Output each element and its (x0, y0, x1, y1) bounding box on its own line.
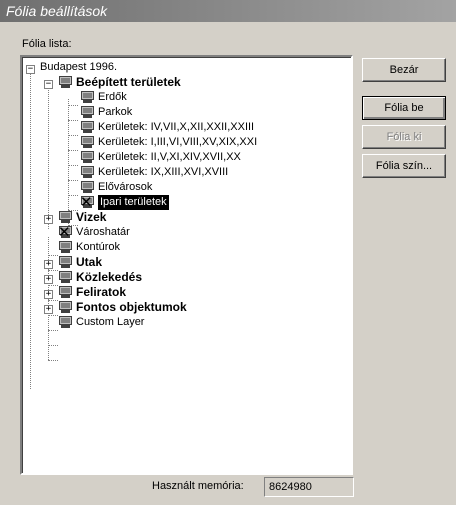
tree-line (68, 99, 69, 224)
tree-line (48, 84, 49, 229)
expand-toggle[interactable]: + (44, 215, 53, 224)
expand-toggle[interactable]: + (44, 275, 53, 284)
tree-node-kozlekedes[interactable]: Közlekedés (58, 270, 142, 285)
tree-node-varoshatar[interactable]: ✕ Városhatár (58, 225, 130, 240)
tree-line (68, 150, 78, 151)
tree-line (48, 330, 58, 331)
tree-node-label: Custom Layer (76, 316, 145, 328)
tree-node-label: Kerületek: I,III,VI,VIII,XV,XIX,XXI (98, 136, 258, 148)
tree-line (48, 300, 58, 301)
layer-hidden-icon[interactable]: ✕ (80, 195, 95, 210)
tree-node-ipari[interactable]: ✕ Ipari területek (80, 195, 169, 210)
tree-node-erdok[interactable]: Erdők (80, 90, 127, 105)
tree-node-ker3[interactable]: Kerületek: II,V,XI,XIV,XVII,XX (80, 150, 241, 165)
layer-visible-icon[interactable] (58, 271, 73, 284)
layer-visible-icon[interactable] (80, 166, 95, 179)
tree-node-ker1[interactable]: Kerületek: IV,VII,X,XII,XXII,XXIII (80, 120, 254, 135)
layer-visible-icon[interactable] (58, 241, 73, 254)
tree-node-label: Feliratok (76, 285, 127, 299)
layer-off-button[interactable]: Fólia ki (362, 125, 446, 149)
tree-line (48, 315, 58, 316)
tree-line (48, 285, 58, 286)
tree-line (68, 180, 78, 181)
layer-visible-icon[interactable] (80, 121, 95, 134)
tree-line (30, 69, 31, 389)
tree-node-custom[interactable]: Custom Layer (58, 315, 144, 330)
layer-color-button[interactable]: Fólia szín... (362, 154, 446, 178)
layer-hidden-icon[interactable]: ✕ (58, 225, 73, 240)
window-title-bar: Fólia beállítások (0, 0, 456, 22)
layer-visible-icon[interactable] (58, 301, 73, 314)
layer-visible-icon[interactable] (80, 106, 95, 119)
tree-node-konturok[interactable]: Kontúrok (58, 240, 120, 255)
tree-node-label: Fontos objektumok (76, 300, 187, 314)
layer-visible-icon[interactable] (58, 286, 73, 299)
tree-node-label: Elővárosok (98, 181, 153, 193)
layer-visible-icon[interactable] (58, 256, 73, 269)
tree-node-feliratok[interactable]: Feliratok (58, 285, 126, 300)
tree-node-label: Kerületek: IX,XIII,XVI,XVIII (98, 166, 229, 178)
tree-line (48, 270, 58, 271)
expand-toggle[interactable]: + (44, 260, 53, 269)
tree-node-label: Városhatár (76, 226, 130, 238)
tree-node-label: Budapest 1996. (40, 61, 118, 73)
expand-toggle[interactable]: + (44, 290, 53, 299)
tree-line (68, 165, 78, 166)
tree-label: Fólia lista: (22, 38, 72, 50)
collapse-toggle[interactable]: − (26, 65, 35, 74)
tree-node-parkok[interactable]: Parkok (80, 105, 132, 120)
tree-node-label: Kerületek: II,V,XI,XIV,XVII,XX (98, 151, 241, 163)
tree-node-utak[interactable]: Utak (58, 255, 102, 270)
tree-node-ker2[interactable]: Kerületek: I,III,VI,VIII,XV,XIX,XXI (80, 135, 257, 150)
tree-line (68, 195, 78, 196)
tree-line (68, 105, 78, 106)
tree-node-label: Erdők (98, 91, 127, 103)
tree-node-fontos[interactable]: Fontos objektumok (58, 300, 187, 315)
tree-node-ker4[interactable]: Kerületek: IX,XIII,XVI,XVIII (80, 165, 228, 180)
tree-node-label: Parkok (98, 106, 133, 118)
tree-line (48, 345, 58, 346)
layer-visible-icon[interactable] (80, 151, 95, 164)
tree-node-label: Kontúrok (76, 241, 121, 253)
expand-toggle[interactable]: + (44, 305, 53, 314)
memory-value-field: 8624980 (264, 477, 354, 497)
tree-node-root[interactable]: Budapest 1996. (40, 60, 117, 75)
tree-node-label: Közlekedés (76, 270, 143, 284)
close-button[interactable]: Bezár (362, 58, 446, 82)
layer-visible-icon[interactable] (58, 316, 73, 329)
layer-tree[interactable]: − Budapest 1996. − Beépített területek E… (20, 55, 353, 475)
layer-on-button[interactable]: Fólia be (362, 96, 446, 120)
tree-node-label: Vizek (76, 210, 107, 224)
collapse-toggle[interactable]: − (44, 80, 53, 89)
layer-visible-icon[interactable] (80, 91, 95, 104)
tree-node-label: Utak (76, 255, 103, 269)
tree-line (68, 135, 78, 136)
tree-node-label: Kerületek: IV,VII,X,XII,XXII,XXIII (98, 121, 255, 133)
layer-visible-icon[interactable] (58, 76, 73, 89)
tree-line (68, 120, 78, 121)
tree-node-beepitett[interactable]: Beépített területek (58, 75, 181, 90)
window-title: Fólia beállítások (6, 3, 108, 19)
tree-line (48, 255, 58, 256)
tree-node-label-selected: Ipari területek (98, 195, 169, 210)
memory-label: Használt memória: (152, 480, 244, 492)
tree-node-label: Beépített területek (76, 75, 181, 89)
layer-visible-icon[interactable] (80, 136, 95, 149)
tree-line (48, 360, 58, 361)
